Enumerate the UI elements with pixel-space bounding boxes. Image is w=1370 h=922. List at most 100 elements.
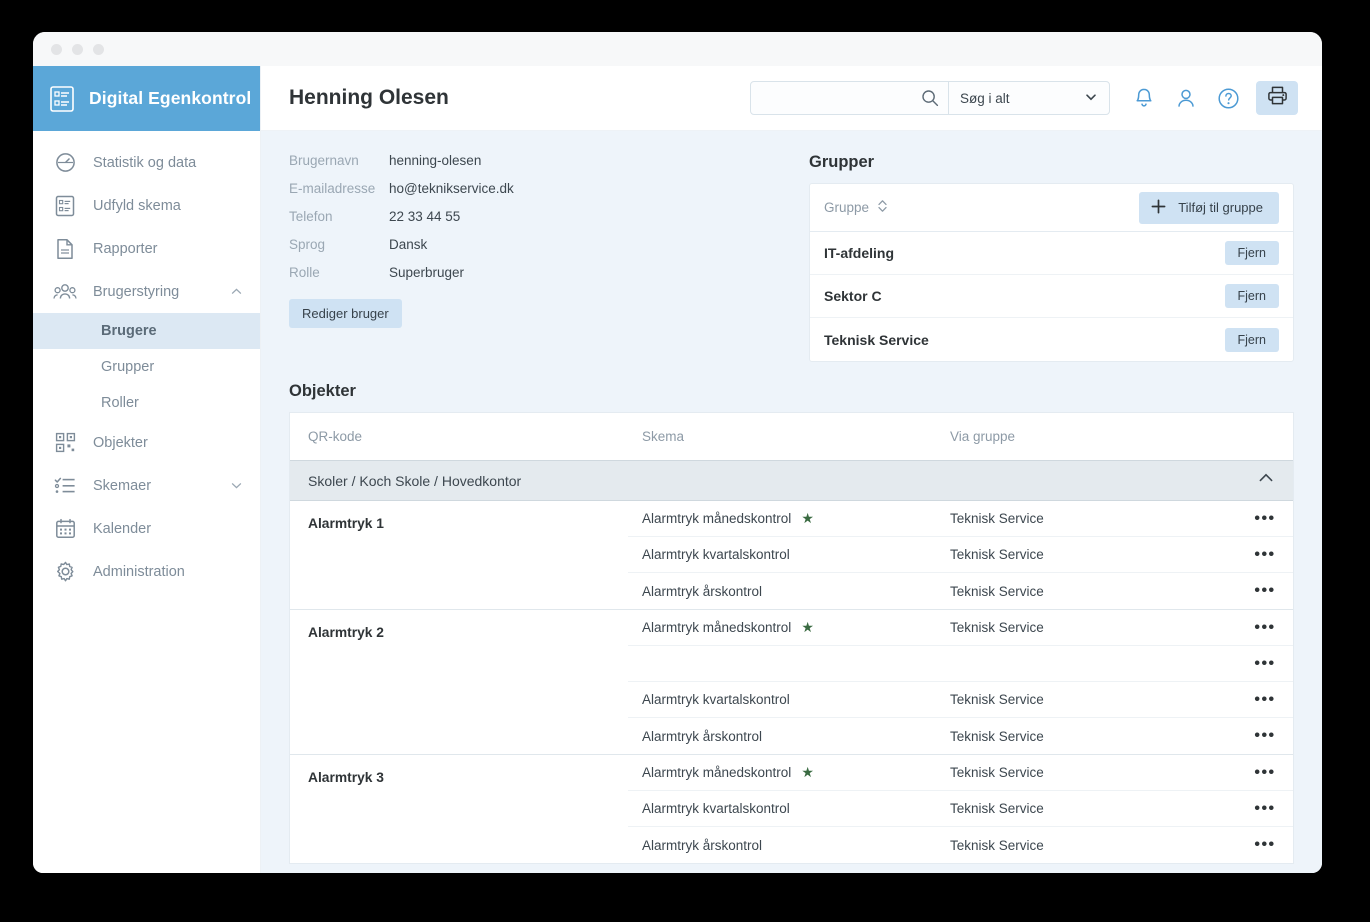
app-root: Digital Egenkontrol Statistik og data Ud… <box>33 66 1322 873</box>
user-field-row: Rolle Superbruger <box>289 265 779 280</box>
table-row: Alarmtryk kvartalskontrol Teknisk Servic… <box>628 537 1293 573</box>
object-name: Alarmtryk 3 <box>308 770 384 785</box>
ellipsis-icon: ••• <box>1254 836 1276 853</box>
row-menu-button[interactable]: ••• <box>1237 510 1293 527</box>
sidebar-item-label: Statistik og data <box>93 154 197 171</box>
ellipsis-icon: ••• <box>1254 690 1276 708</box>
group-row: IT-afdeling Fjern <box>810 232 1293 275</box>
field-value: henning-olesen <box>389 153 482 168</box>
table-row: Alarmtryk årskontrol Teknisk Service ••• <box>628 573 1293 609</box>
window-minimize-button[interactable] <box>72 43 83 55</box>
column-header-qr-kode: QR-kode <box>308 429 363 444</box>
ellipsis-icon: ••• <box>1254 618 1276 636</box>
groups-sort-control[interactable]: Gruppe <box>824 198 888 217</box>
sidebar-item-roller[interactable]: Roller <box>33 385 260 421</box>
row-menu-button[interactable]: ••• <box>1237 800 1293 817</box>
remove-group-button[interactable]: Fjern <box>1224 241 1279 265</box>
task-list-icon <box>53 474 77 498</box>
star-icon: ★ <box>801 764 814 780</box>
field-value: Superbruger <box>389 265 465 280</box>
row-menu-button[interactable]: ••• <box>1237 837 1293 853</box>
chevron-down-icon[interactable] <box>230 479 244 493</box>
search-icon[interactable] <box>921 89 939 112</box>
objects-table-header: QR-kode Skema Via gruppe <box>290 412 1293 460</box>
via-gruppe: Teknisk Service <box>950 801 1044 816</box>
sidebar-item-skemaer[interactable]: Skemaer <box>33 464 260 507</box>
sidebar-item-objekter[interactable]: Objekter <box>33 421 260 464</box>
skema-name: Alarmtryk månedskontrol <box>642 620 792 635</box>
ellipsis-icon: ••• <box>1254 545 1276 563</box>
row-menu-button[interactable]: ••• <box>1237 618 1293 636</box>
group-row: Teknisk Service Fjern <box>810 318 1293 361</box>
object-name: Alarmtryk 1 <box>308 516 384 531</box>
edit-user-button[interactable]: Rediger bruger <box>289 299 402 328</box>
sidebar-subitem-label: Brugere <box>101 323 157 339</box>
bell-icon[interactable] <box>1130 84 1158 112</box>
remove-group-button[interactable]: Fjern <box>1224 327 1279 352</box>
sidebar-subitem-label: Grupper <box>101 359 155 375</box>
checklist-icon <box>53 194 77 218</box>
sort-icon <box>877 198 888 217</box>
user-field-row: E-mailadresse ho@teknikservice.dk <box>289 181 779 196</box>
field-label: Sprog <box>289 237 326 252</box>
sidebar-item-label: Administration <box>93 563 185 580</box>
objects-group-bar[interactable]: Skoler / Koch Skole / Hovedkontor <box>290 460 1293 501</box>
row-menu-button[interactable]: ••• <box>1237 690 1293 708</box>
table-row: Alarmtryk kvartalskontrol Teknisk Servic… <box>628 682 1293 718</box>
remove-group-button[interactable]: Fjern <box>1224 284 1279 308</box>
row-menu-button[interactable]: ••• <box>1237 583 1293 599</box>
via-gruppe: Teknisk Service <box>950 837 1044 853</box>
group-name: IT-afdeling <box>824 245 894 261</box>
sidebar-subitem-label: Roller <box>101 395 139 411</box>
table-row: Alarmtryk månedskontrol ★ Teknisk Servic… <box>628 610 1293 646</box>
field-label: Brugernavn <box>289 153 359 168</box>
sidebar-item-grupper[interactable]: Grupper <box>33 349 260 385</box>
printer-icon <box>1267 85 1288 111</box>
window-maximize-button[interactable] <box>93 43 104 55</box>
print-button[interactable] <box>1256 81 1298 115</box>
groups-column-label: Gruppe <box>824 200 870 215</box>
sidebar-item-label: Skemaer <box>93 477 152 494</box>
field-label: Telefon <box>289 209 333 224</box>
sidebar-item-administration[interactable]: Administration <box>33 550 260 593</box>
window-titlebar <box>33 32 1322 66</box>
chevron-up-icon[interactable] <box>230 285 244 299</box>
via-gruppe: Teknisk Service <box>950 583 1044 599</box>
row-menu-button[interactable]: ••• <box>1237 728 1293 744</box>
plus-icon <box>1151 199 1166 217</box>
skema-name: Alarmtryk kvartalskontrol <box>642 547 790 562</box>
via-gruppe: Teknisk Service <box>950 547 1044 562</box>
column-header-via-gruppe: Via gruppe <box>950 429 1016 444</box>
table-row: Alarmtryk kvartalskontrol Teknisk Servic… <box>628 791 1293 827</box>
window-close-button[interactable] <box>51 43 62 55</box>
qr-code-icon <box>53 431 77 455</box>
help-icon[interactable] <box>1214 84 1242 112</box>
row-menu-button[interactable]: ••• <box>1237 545 1293 563</box>
page-title: Henning Olesen <box>289 86 449 109</box>
row-menu-button[interactable]: ••• <box>1237 655 1293 672</box>
sidebar-item-label: Udfyld skema <box>93 197 181 214</box>
add-to-group-button[interactable]: Tilføj til gruppe <box>1139 191 1279 224</box>
field-value: 22 33 44 55 <box>389 209 461 224</box>
gauge-icon <box>53 151 77 175</box>
sidebar-item-brugere[interactable]: Brugere <box>33 313 260 349</box>
search-input[interactable] <box>751 82 948 114</box>
field-label: Rolle <box>289 265 320 280</box>
object-row-list: Alarmtryk månedskontrol ★ Teknisk Servic… <box>628 755 1293 863</box>
sidebar-item-udfyld-skema[interactable]: Udfyld skema <box>33 184 260 227</box>
sidebar-item-kalender[interactable]: Kalender <box>33 507 260 550</box>
sidebar: Digital Egenkontrol Statistik og data Ud… <box>33 66 261 873</box>
ellipsis-icon: ••• <box>1254 582 1276 599</box>
sidebar-item-statistik[interactable]: Statistik og data <box>33 141 260 184</box>
user-field-row: Telefon 22 33 44 55 <box>289 209 779 224</box>
add-to-group-label: Tilføj til gruppe <box>1178 200 1263 215</box>
chevron-up-icon[interactable] <box>1257 469 1275 492</box>
search-scope-select[interactable]: Søg i alt <box>949 82 1109 114</box>
via-gruppe: Teknisk Service <box>950 692 1044 707</box>
star-icon: ★ <box>801 619 814 635</box>
row-menu-button[interactable]: ••• <box>1237 764 1293 781</box>
sidebar-item-brugerstyring[interactable]: Brugerstyring <box>33 270 260 313</box>
sidebar-item-rapporter[interactable]: Rapporter <box>33 227 260 270</box>
user-icon[interactable] <box>1172 84 1200 112</box>
brand-title: Digital Egenkontrol <box>89 88 252 108</box>
